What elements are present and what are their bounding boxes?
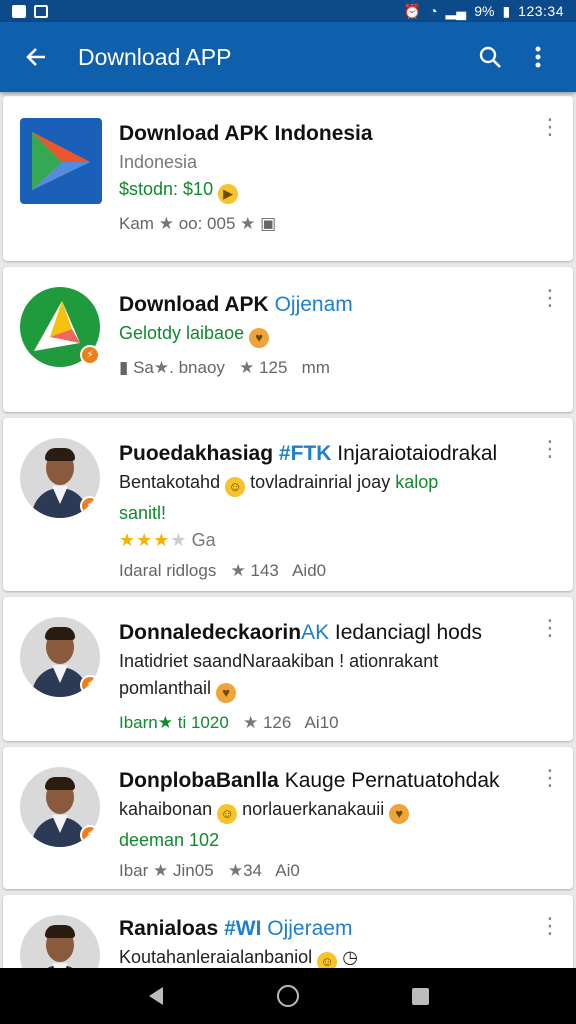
nav-recents-icon[interactable] [395, 971, 445, 1021]
alarm-icon: ⏰ [403, 2, 422, 19]
back-arrow-icon[interactable] [14, 35, 58, 79]
heart-eyes-emoji-icon: ♥ [216, 683, 237, 703]
gallery-icon [34, 4, 48, 18]
star-icon: ★ [239, 358, 255, 377]
more-vert-icon[interactable] [514, 33, 562, 81]
clock-icon: ◷ [342, 947, 358, 967]
image-icon [12, 4, 26, 18]
more-vert-icon[interactable]: ⋮ [539, 767, 561, 789]
play-store-icon [20, 118, 102, 204]
app-price: $stodn: $10 ▶ [119, 179, 527, 204]
bookmark-icon: ▮ [119, 358, 129, 377]
app-desc: Bentakotahd ☺ tovladrainrial joay kalop [119, 472, 527, 497]
app-title: Download APK Ojjenam [119, 293, 353, 316]
search-icon[interactable] [466, 33, 514, 81]
avatar-icon: ⚡ [20, 438, 102, 520]
battery-percent: 9% [474, 3, 495, 19]
status-bar: ⏰ ◔ ▂▄ 9% ▮ 123:34 [0, 0, 576, 22]
more-vert-icon[interactable]: ⋮ [539, 116, 561, 138]
app-desc: Inatidriet saandNaraakiban ! ationrakant [119, 651, 439, 671]
app-subtitle: Gelotdy laibaoe ♥ [119, 323, 527, 348]
page-title: Download APP [78, 43, 232, 70]
star-icon: ★ [157, 713, 173, 732]
smile-emoji-icon: ☺ [317, 952, 338, 968]
smile-emoji-icon: ☺ [217, 804, 238, 824]
more-vert-icon[interactable]: ⋮ [539, 915, 561, 937]
app-meta: Kam ★ oo: 005 ★ ▣ [119, 214, 277, 233]
list-item[interactable]: ⚡ DonnaledeckaorinAK Iedanciagl hods Ina… [3, 597, 573, 741]
badge-icon: ⚡ [80, 345, 100, 365]
app-meta: ▮ Sa★. bnaoy ★ 125 mm [119, 358, 330, 377]
app-bar: Download APP [0, 22, 576, 92]
wifi-icon: ◔ [429, 3, 438, 19]
image-icon: ▣ [260, 214, 277, 233]
nav-back-icon[interactable] [131, 971, 181, 1021]
app-desc-2: sanitl! [119, 503, 167, 523]
signal-icon: ▂▄ [445, 2, 467, 19]
battery-icon: ▮ [502, 2, 511, 19]
star-icon: ★ [230, 561, 246, 580]
app-desc: Koutahanleraialanbaniol ☺ ◷ [119, 947, 527, 968]
more-vert-icon[interactable]: ⋮ [539, 438, 561, 460]
nav-bar [0, 968, 576, 1024]
app-title: DonnaledeckaorinAK Iedanciagl hods [119, 621, 483, 644]
app-meta: Ibarn★ ti 1020 ★ 126 Ai10 [119, 713, 339, 732]
app-title: DonplobaBanlla Kauge Pernatuatohdak [119, 769, 500, 792]
more-vert-icon[interactable]: ⋮ [539, 287, 561, 309]
app-stars: ★★★★ Ga [119, 530, 216, 550]
badge-icon: ⚡ [80, 675, 100, 695]
app-desc-2: deeman 102 [119, 830, 220, 850]
badge-icon: ⚡ [80, 825, 100, 845]
badge-icon: ⚡ [80, 496, 100, 516]
tag-emoji-icon: ▶ [218, 184, 239, 204]
list-item[interactable]: Ranialoas #WI Ojjeraem Koutahanleraialan… [3, 895, 573, 968]
heart-eyes-emoji-icon: ♥ [389, 804, 410, 824]
star-icon: ★ [153, 861, 169, 880]
heart-eyes-emoji-icon: ♥ [249, 328, 270, 348]
status-time: 123:34 [518, 3, 564, 19]
list-item[interactable]: ⚡ DonplobaBanlla Kauge Pernatuatohdak ka… [3, 747, 573, 889]
app-meta: Idaral ridlogs ★ 143 Aid0 [119, 561, 327, 580]
app-title: Download APK Indonesia [119, 122, 373, 145]
avatar-icon: ⚡ [20, 767, 102, 849]
app-title: Ranialoas #WI Ojjeraem [119, 917, 353, 940]
app-meta: Ibar ★ Jin05 ★34 Ai0 [119, 861, 300, 880]
avatar-icon: ⚡ [20, 617, 102, 699]
star-icon: ★ [153, 358, 170, 377]
avatar-icon [20, 915, 102, 968]
list-item[interactable]: Download APK Indonesia Indonesia $stodn:… [3, 96, 573, 261]
star-icon: ★ [158, 214, 174, 233]
app-desc-2: pomlanthail ♥ [119, 678, 527, 703]
smile-emoji-icon: ☺ [225, 477, 246, 497]
list-item[interactable]: ⚡ Puoedakhasiag #FTK Injaraiotaiodrakal … [3, 418, 573, 591]
play-round-icon: ⚡ [20, 287, 102, 369]
app-desc: kahaibonan ☺ norlauerkanakauii ♥ [119, 799, 527, 824]
app-title: Puoedakhasiag #FTK Injaraiotaiodrakal [119, 442, 498, 465]
star-icon: ★ [242, 713, 259, 732]
app-subtitle: Indonesia [119, 152, 198, 172]
rating-stars-icon: ★★★ [119, 530, 171, 550]
star-icon: ★ [227, 861, 244, 880]
nav-home-icon[interactable] [263, 971, 313, 1021]
list-item[interactable]: ⚡ Download APK Ojjenam Gelotdy laibaoe ♥… [3, 267, 573, 412]
star-icon: ★ [240, 214, 256, 233]
app-list: Download APK Indonesia Indonesia $stodn:… [0, 92, 576, 968]
more-vert-icon[interactable]: ⋮ [539, 617, 561, 639]
